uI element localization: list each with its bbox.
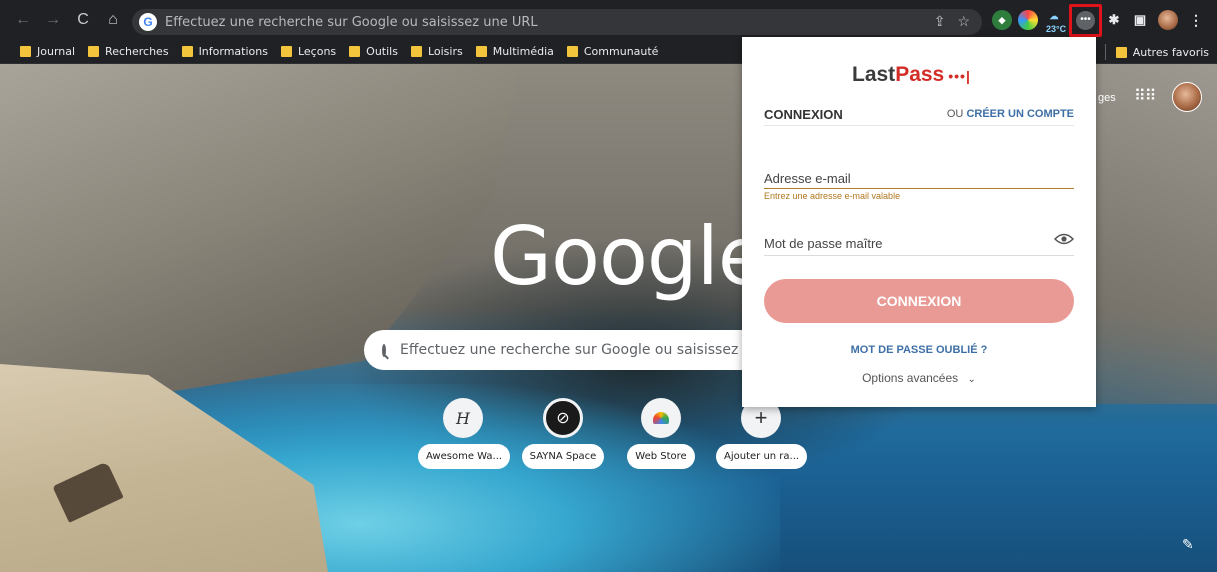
green-extension-icon[interactable]: ◆	[992, 10, 1012, 30]
sayna-icon: ⊘	[543, 398, 583, 438]
folder-icon	[566, 46, 578, 57]
google-account-avatar[interactable]	[1172, 82, 1202, 112]
show-password-eye-icon[interactable]	[1054, 233, 1074, 245]
bookmark-informations[interactable]: Informations	[181, 45, 268, 58]
folder-icon	[181, 46, 193, 57]
folder-icon	[475, 46, 487, 57]
advanced-options-toggle[interactable]: Options avancées ⌄	[742, 371, 1096, 385]
weather-temp: 23°C	[1046, 24, 1067, 34]
tab-create-account[interactable]: OU CRÉER UN COMPTE	[947, 108, 1074, 120]
folder-icon	[280, 46, 292, 57]
side-panel-icon[interactable]: ▣	[1130, 10, 1150, 30]
lastpass-extension-icon[interactable]: •••	[1076, 11, 1095, 30]
menu-icon[interactable]: ⋮	[1186, 10, 1206, 30]
folder-icon	[20, 46, 31, 57]
bookmark-communaute[interactable]: Communauté	[566, 45, 658, 58]
weather-icon[interactable]: ☁	[1044, 6, 1064, 26]
bookmark-multimedia[interactable]: Multimédia	[475, 45, 554, 58]
folder-icon	[349, 46, 361, 57]
shortcut-awesome[interactable]: H Awesome Wa...	[418, 398, 511, 469]
forgot-password-link[interactable]: MOT DE PASSE OUBLIÉ ?	[742, 344, 1096, 356]
webstore-icon	[641, 398, 681, 438]
back-icon[interactable]: ←	[10, 7, 36, 33]
folder-icon	[1115, 46, 1127, 58]
forward-icon[interactable]: →	[40, 7, 66, 33]
google-apps-icon[interactable]: ⠿⠿	[1134, 86, 1156, 106]
lastpass-logo: LastPass •••|	[852, 63, 971, 86]
shortcut-label: Ajouter un ra...	[716, 444, 808, 469]
bookmark-recherches[interactable]: Recherches	[88, 45, 169, 58]
google-g-icon: G	[139, 13, 157, 31]
google-search-box[interactable]: Effectuez une recherche sur Google ou sa…	[364, 330, 769, 370]
bookmark-separator	[1104, 44, 1106, 60]
omnibox-placeholder: Effectuez une recherche sur Google ou sa…	[165, 14, 538, 30]
tab-divider	[764, 125, 1074, 126]
search-placeholder: Effectuez une recherche sur Google ou sa…	[400, 342, 770, 358]
colorful-extension-icon[interactable]	[1018, 10, 1038, 30]
folder-icon	[410, 46, 422, 57]
star-icon[interactable]: ☆	[957, 13, 970, 30]
home-icon[interactable]: ⌂	[100, 7, 126, 33]
shortcut-add[interactable]: + Ajouter un ra...	[716, 398, 808, 469]
folder-icon	[88, 46, 100, 57]
bookmark-loisirs[interactable]: Loisirs	[410, 45, 463, 58]
share-icon[interactable]: ⇪	[934, 13, 946, 30]
google-logo: Google	[490, 210, 767, 303]
bookmark-lecons[interactable]: Leçons	[280, 45, 336, 58]
bookmark-outils[interactable]: Outils	[349, 45, 398, 58]
shortcut-sayna[interactable]: ⊘ SAYNA Space	[518, 398, 608, 469]
master-password-field[interactable]: Mot de passe maître	[764, 236, 883, 251]
shortcut-label: Web Store	[627, 444, 695, 469]
omnibox[interactable]: G Effectuez une recherche sur Google ou …	[132, 9, 982, 35]
email-error-message: Entrez une adresse e-mail valable	[764, 191, 901, 201]
customize-pencil-icon[interactable]: ✎	[1182, 536, 1194, 553]
search-icon	[382, 343, 386, 357]
awesome-icon: H	[443, 398, 483, 438]
password-field-underline	[764, 255, 1074, 256]
bookmark-journal[interactable]: Journal	[20, 45, 75, 58]
email-field-underline	[764, 188, 1074, 189]
shortcut-label: SAYNA Space	[521, 444, 605, 469]
google-images-link[interactable]: ges	[1098, 92, 1116, 104]
login-button[interactable]: CONNEXION	[764, 279, 1074, 323]
extensions-icon[interactable]: ✱	[1104, 10, 1124, 30]
shortcut-label: Awesome Wa...	[418, 444, 511, 469]
email-field[interactable]: Adresse e-mail	[764, 171, 851, 186]
chevron-down-icon: ⌄	[967, 374, 976, 385]
profile-avatar-icon[interactable]	[1158, 10, 1178, 30]
tab-login[interactable]: CONNEXION	[764, 107, 843, 122]
lastpass-popup: LastPass •••| CONNEXION OU CRÉER UN COMPT…	[742, 37, 1096, 407]
bookmark-other-favorites[interactable]: Autres favoris	[1104, 44, 1209, 60]
shortcut-webstore[interactable]: Web Store	[616, 398, 706, 469]
reload-icon[interactable]: C	[70, 7, 96, 33]
